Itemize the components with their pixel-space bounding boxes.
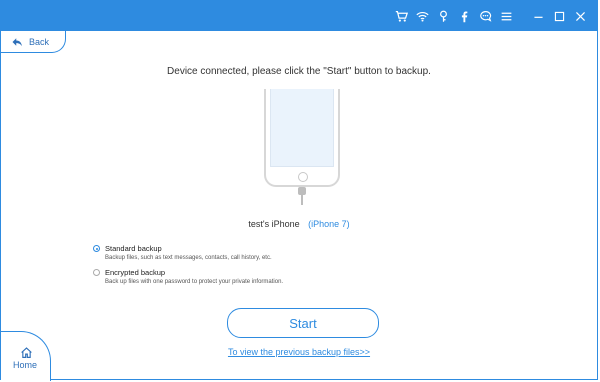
key-icon[interactable]	[436, 9, 450, 23]
cable-connector	[298, 187, 306, 195]
home-button[interactable]: Home	[1, 331, 51, 381]
phone-illustration	[264, 89, 340, 187]
page-headline: Device connected, please click the "Star…	[167, 66, 431, 77]
device-info: test's iPhone (iPhone 7)	[1, 219, 597, 229]
standard-backup-radio[interactable]	[93, 245, 100, 252]
back-label: Back	[29, 36, 50, 47]
wifi-icon[interactable]	[415, 9, 429, 23]
close-icon[interactable]	[573, 9, 587, 23]
option-standard-backup[interactable]: Standard backup Backup files, such as te…	[93, 244, 413, 261]
cart-icon[interactable]	[394, 9, 408, 23]
option-description: Back up files with one password to prote…	[105, 279, 284, 285]
device-name: test's iPhone	[248, 219, 300, 229]
encrypted-backup-radio[interactable]	[93, 269, 100, 276]
menu-icon[interactable]	[499, 9, 513, 23]
option-label: Encrypted backup	[105, 268, 166, 277]
chat-icon[interactable]	[478, 9, 492, 23]
device-model: (iPhone 7)	[308, 219, 350, 229]
phone-screen	[270, 89, 334, 167]
option-description: Backup files, such as text messages, con…	[105, 255, 272, 261]
option-encrypted-backup[interactable]: Encrypted backup Back up files with one …	[93, 268, 413, 285]
title-bar	[1, 1, 597, 31]
cable-wire	[301, 195, 303, 205]
start-button[interactable]: Start	[227, 308, 379, 338]
minimize-icon[interactable]	[531, 9, 545, 23]
back-button[interactable]: Back	[1, 31, 66, 53]
backup-options: Standard backup Backup files, such as te…	[93, 244, 413, 292]
maximize-icon[interactable]	[552, 9, 566, 23]
facebook-icon[interactable]	[457, 9, 471, 23]
option-label: Standard backup	[105, 244, 162, 253]
title-bar-icons	[394, 1, 587, 31]
home-icon	[21, 347, 32, 358]
start-label: Start	[289, 315, 317, 331]
app-window: Back Device connected, please click the …	[0, 0, 598, 381]
phone-home-button	[298, 172, 308, 182]
home-label: Home	[13, 360, 38, 370]
back-arrow-icon	[12, 37, 22, 46]
previous-backups-link[interactable]: To view the previous backup files>>	[1, 347, 597, 357]
